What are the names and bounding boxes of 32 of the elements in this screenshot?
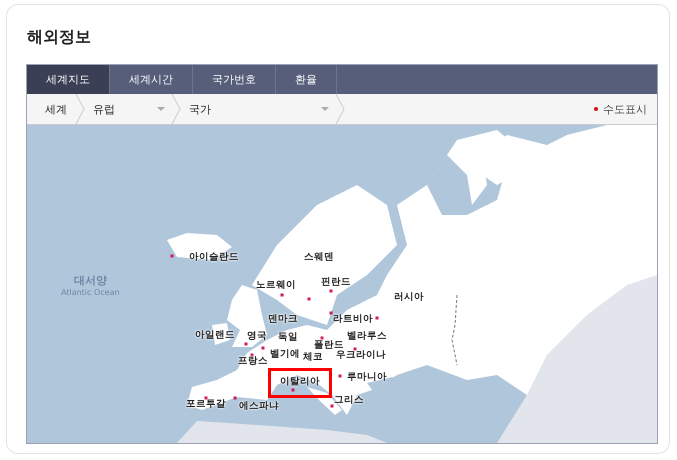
country-label[interactable]: 프랑스: [238, 356, 268, 366]
ocean-name: 대서양: [74, 273, 107, 288]
capital-dot-icon: [594, 107, 598, 111]
country-label[interactable]: 영국: [247, 330, 267, 342]
country-label[interactable]: 덴마크: [268, 314, 298, 324]
country-label[interactable]: 우크라이나: [336, 350, 386, 360]
country-label[interactable]: 아이슬란드: [189, 252, 239, 262]
country-label[interactable]: 이탈리아: [268, 368, 332, 398]
country-label[interactable]: 폴란드: [314, 340, 344, 350]
country-label[interactable]: 루마니아: [347, 372, 387, 382]
country-label[interactable]: 핀란드: [321, 276, 351, 288]
section-title: 해외정보: [27, 26, 92, 48]
capital-toggle[interactable]: 수도표시: [603, 102, 657, 116]
ocean-subtitle: Atlantic Ocean: [61, 288, 120, 297]
country-label[interactable]: 라트비아: [333, 314, 373, 324]
country-label[interactable]: 아일랜드: [195, 330, 235, 340]
country-label[interactable]: 에스파냐: [239, 400, 279, 412]
country-label[interactable]: 그리스: [334, 394, 364, 406]
country-label[interactable]: 벨기에: [270, 348, 300, 360]
tab[interactable]: 세계지도: [27, 65, 110, 94]
country-label[interactable]: 러시아: [394, 292, 424, 302]
country-label[interactable]: 노르웨이: [256, 280, 296, 290]
caret-icon: [321, 107, 329, 111]
country-label[interactable]: 포르투갈: [186, 398, 226, 410]
caret-icon: [157, 107, 165, 111]
country-label[interactable]: 체코: [303, 352, 323, 362]
country-label[interactable]: 독일: [278, 332, 298, 342]
breadcrumb-link[interactable]: 세계: [27, 102, 75, 116]
region-dropdown[interactable]: 유럽: [85, 94, 171, 124]
country-dropdown[interactable]: 국가: [181, 94, 335, 124]
country-label[interactable]: 스웨덴: [304, 252, 334, 262]
country-label[interactable]: 벨라루스: [347, 330, 387, 342]
